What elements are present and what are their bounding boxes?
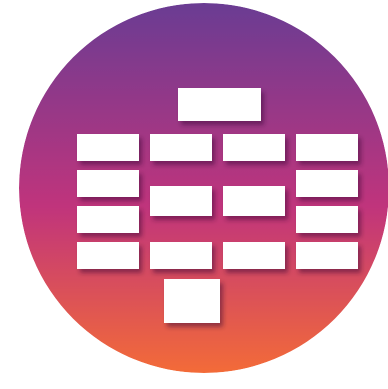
grid-block [223,186,285,216]
grid-block [77,206,139,233]
app-icon-graphic [19,3,388,373]
grid-block [77,134,139,161]
grid-block [77,242,139,269]
grid-block [223,134,285,161]
grid-block [223,242,285,269]
grid-block [296,242,358,269]
leaf-block [164,279,220,323]
hierarchy-grid-app-icon[interactable] [19,3,388,373]
grid-block [150,134,212,161]
icon-canvas [0,0,388,389]
grid-block [77,170,139,197]
grid-block [296,170,358,197]
grid-block [150,242,212,269]
grid-block [296,206,358,233]
grid-block [296,134,358,161]
grid-block [150,186,212,216]
root-block [178,88,261,121]
